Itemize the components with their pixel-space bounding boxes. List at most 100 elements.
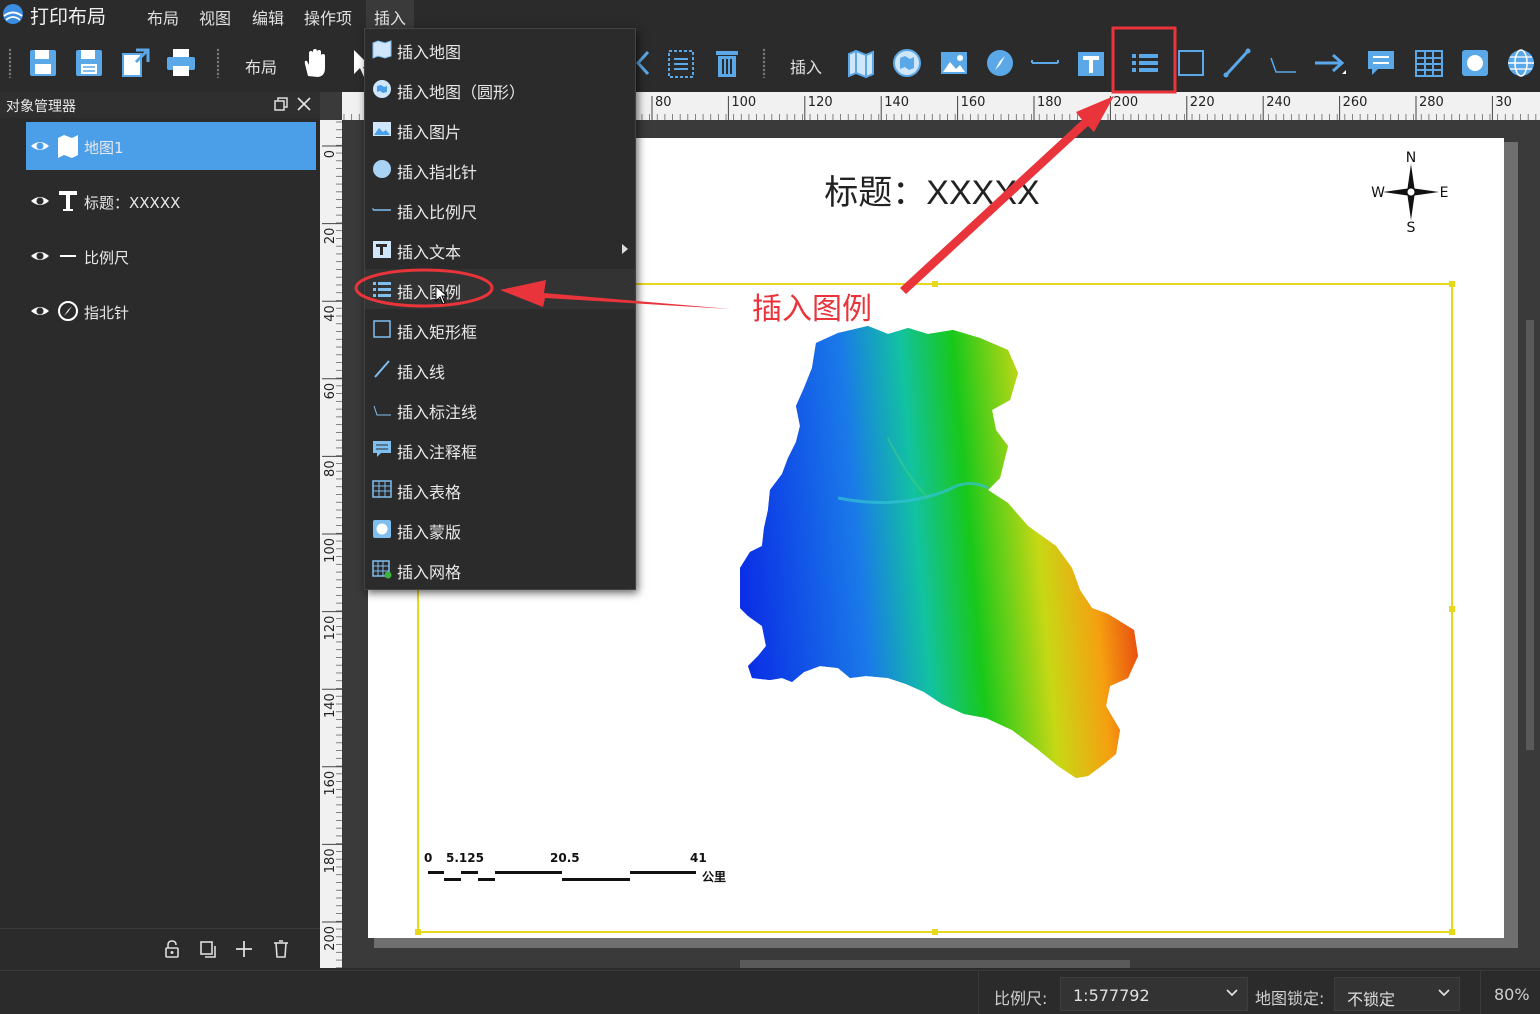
map-title[interactable]: 标题：XXXXX: [824, 174, 1039, 212]
insert-mask-icon[interactable]: [1458, 46, 1492, 80]
menu-item-label: 插入蒙版: [397, 523, 462, 542]
map-icon: [58, 135, 78, 158]
menu-insert-callout-line[interactable]: 插入标注线: [365, 389, 635, 429]
object-item-label: 比例尺: [84, 249, 130, 267]
insert-callout-line-icon[interactable]: [1266, 46, 1300, 80]
annotation-label: 插入图例: [752, 292, 872, 327]
save-icon[interactable]: [26, 46, 60, 80]
circular-map-icon: [373, 80, 391, 98]
menu-insert-line[interactable]: 插入线: [365, 349, 635, 389]
menu-insert-table[interactable]: 插入表格: [365, 469, 635, 509]
scalebar-tick-label: 5.125: [446, 851, 484, 865]
ruler-tick-label: 0: [323, 150, 338, 158]
insert-north-arrow-icon[interactable]: [983, 46, 1017, 80]
menu-insert[interactable]: 插入: [366, 0, 415, 30]
ruler-tick-label: 220: [1190, 95, 1215, 110]
text-icon: [59, 191, 77, 211]
menu-item-label: 插入图例: [397, 283, 462, 302]
menu-insert-north-arrow[interactable]: 插入指北针: [365, 149, 635, 189]
insert-image-icon[interactable]: [937, 46, 971, 80]
mask-icon: [373, 520, 391, 538]
scale-combobox[interactable]: 1:577792: [1060, 977, 1248, 1011]
menu-item-label: 插入地图（圆形）: [397, 83, 526, 102]
menu-view[interactable]: 视图: [199, 5, 231, 29]
menu-insert-circular-map[interactable]: 插入地图（圆形）: [365, 69, 635, 109]
menu-insert-legend[interactable]: 插入图例: [365, 269, 635, 309]
visibility-eye-icon[interactable]: [30, 246, 50, 266]
horizontal-scrollbar[interactable]: [740, 960, 1130, 968]
menu-ops[interactable]: 操作项: [304, 5, 352, 29]
ruler-left: 0 20 40 60 80 100 120 140 160 180 200: [320, 120, 342, 968]
ruler-tick-label: 120: [808, 95, 833, 110]
object-item-north-arrow[interactable]: 指北针: [26, 287, 316, 335]
vertical-scrollbar[interactable]: [1526, 320, 1534, 750]
menu-insert-rectangle[interactable]: 插入矩形框: [365, 309, 635, 349]
status-bar: 比例尺: 1:577792 地图锁定: 不锁定 80%: [0, 970, 1540, 1014]
ruler-tick-label: 20: [323, 228, 338, 245]
map-lock-combobox[interactable]: 不锁定: [1334, 977, 1460, 1011]
toolbar-grip[interactable]: [8, 48, 12, 78]
save-as-icon[interactable]: [72, 46, 106, 80]
insert-rectangle-icon[interactable]: [1174, 46, 1208, 80]
insert-annotation-box-icon[interactable]: [1364, 46, 1398, 80]
object-manager-header: 对象管理器: [0, 92, 320, 118]
menu-edit[interactable]: 编辑: [252, 5, 284, 29]
export-icon[interactable]: [118, 46, 152, 80]
visibility-eye-icon[interactable]: [30, 191, 50, 211]
insert-text-icon[interactable]: [1074, 46, 1108, 80]
ruler-tick-label: 80: [655, 95, 672, 110]
toolbar-grip[interactable]: [216, 48, 220, 78]
toolbar-grip[interactable]: [762, 48, 766, 78]
toolbar-layout-label[interactable]: 布局: [245, 54, 277, 78]
insert-map-icon[interactable]: [844, 46, 878, 80]
delete-icon[interactable]: [710, 46, 744, 80]
insert-circular-map-icon[interactable]: [890, 46, 924, 80]
menu-insert-scalebar[interactable]: 插入比例尺: [365, 189, 635, 229]
insert-arrow-icon[interactable]: [1312, 46, 1346, 80]
insert-table-icon[interactable]: [1412, 46, 1446, 80]
restore-icon[interactable]: [274, 97, 288, 111]
ruler-tick-label: 180: [1037, 95, 1062, 110]
object-item-map[interactable]: 地图1: [26, 122, 316, 170]
map-lock-label: 地图锁定:: [1255, 989, 1325, 1008]
visibility-eye-icon[interactable]: [30, 136, 50, 156]
insert-legend-icon[interactable]: [1128, 46, 1162, 80]
print-icon[interactable]: [164, 46, 198, 80]
ruler-tick-label: 30: [1495, 95, 1512, 110]
scale-value: 1:577792: [1073, 986, 1150, 1005]
trash-icon[interactable]: [271, 939, 291, 959]
app-logo-icon: [3, 4, 23, 24]
object-item-scalebar[interactable]: 比例尺: [26, 232, 316, 280]
dem-raster-map[interactable]: [740, 326, 1138, 778]
menu-insert-text[interactable]: 插入文本: [365, 229, 635, 269]
menu-layout[interactable]: 布局: [147, 5, 179, 29]
toolbar-insert-label[interactable]: 插入: [790, 54, 822, 78]
close-icon[interactable]: [297, 97, 311, 111]
pan-hand-icon[interactable]: [298, 46, 332, 80]
menu-insert-grid[interactable]: 插入网格: [365, 549, 635, 589]
ruler-tick-label: 280: [1419, 95, 1444, 110]
insert-line-icon[interactable]: [1220, 46, 1254, 80]
menu-insert-image[interactable]: 插入图片: [365, 109, 635, 149]
menu-insert-map[interactable]: 插入地图: [365, 29, 635, 69]
scalebar-graphic[interactable]: 0 5.125 20.5 41 公里: [424, 851, 726, 884]
menu-item-label: 插入注释框: [397, 443, 478, 462]
object-item-label: 地图1: [84, 139, 124, 157]
callout-line-icon: [373, 405, 391, 416]
menu-item-label: 插入矩形框: [397, 323, 478, 342]
menu-insert-annotation-box[interactable]: 插入注释框: [365, 429, 635, 469]
insert-globe-grid-icon[interactable]: [1504, 46, 1538, 80]
insert-scalebar-icon[interactable]: [1028, 46, 1062, 80]
properties-icon[interactable]: [664, 46, 698, 80]
add-icon[interactable]: [234, 939, 254, 959]
zoom-level[interactable]: 80%: [1494, 985, 1530, 1004]
object-item-label: 标题：XXXXX: [84, 194, 181, 212]
text-icon: [373, 241, 391, 258]
ruler-tick-label: 100: [731, 95, 756, 110]
north-arrow-graphic[interactable]: N S W E: [1371, 150, 1448, 236]
menu-insert-mask[interactable]: 插入蒙版: [365, 509, 635, 549]
copy-icon[interactable]: [198, 939, 218, 959]
visibility-eye-icon[interactable]: [30, 301, 50, 321]
object-item-title[interactable]: 标题：XXXXX: [26, 177, 316, 225]
lock-icon[interactable]: [162, 939, 182, 959]
